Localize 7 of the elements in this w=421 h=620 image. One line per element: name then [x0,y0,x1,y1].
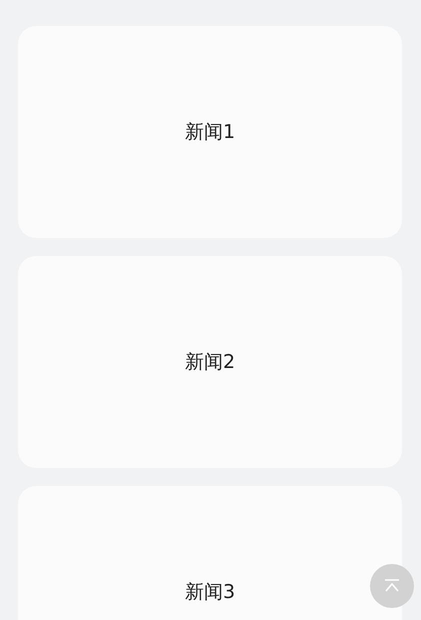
news-card[interactable]: 新闻2 [18,256,402,468]
news-title: 新闻3 [184,580,236,605]
arrow-up-icon [384,579,400,593]
news-card[interactable]: 新闻1 [18,26,402,238]
news-title: 新闻2 [184,350,236,375]
news-title: 新闻1 [184,120,236,145]
news-card[interactable]: 新闻3 [18,486,402,620]
